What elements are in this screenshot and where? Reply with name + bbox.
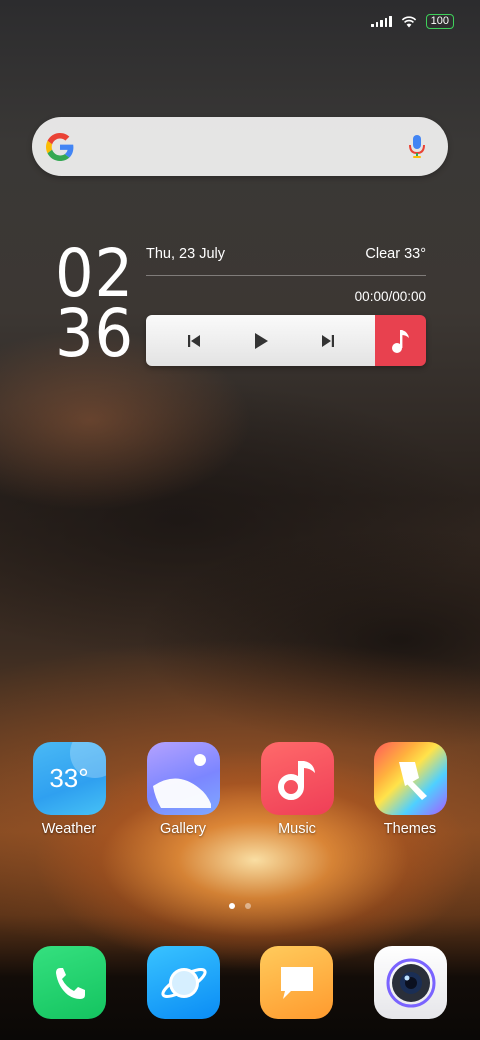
widget-divider bbox=[146, 275, 426, 276]
search-bar[interactable] bbox=[32, 117, 448, 176]
microphone-icon[interactable] bbox=[408, 134, 426, 160]
weather-label[interactable]: Clear 33° bbox=[365, 246, 426, 266]
battery-indicator: 100 bbox=[425, 13, 454, 29]
paint-brush-icon bbox=[399, 761, 427, 800]
music-note-icon bbox=[391, 329, 409, 353]
app-label: Gallery bbox=[160, 821, 206, 837]
widget-info: Thu, 23 July Clear 33° 00:00/00:00 bbox=[146, 246, 426, 304]
next-track-button[interactable] bbox=[313, 326, 343, 356]
signal-icon bbox=[371, 15, 392, 27]
google-logo-icon[interactable] bbox=[46, 132, 74, 161]
status-bar: 100 bbox=[371, 12, 454, 30]
camera-icon[interactable] bbox=[374, 946, 447, 1019]
app-label: Music bbox=[278, 821, 316, 837]
open-music-button[interactable] bbox=[375, 315, 426, 366]
player-controls bbox=[146, 315, 375, 366]
phone-icon[interactable] bbox=[33, 946, 106, 1019]
phone-handset-icon bbox=[55, 967, 85, 999]
clock-minutes: 36 bbox=[55, 295, 135, 372]
camera-lens-icon bbox=[386, 958, 435, 1007]
messages-icon[interactable] bbox=[260, 946, 333, 1019]
clock-widget[interactable]: 02 36 bbox=[55, 241, 135, 372]
track-time: 00:00/00:00 bbox=[354, 289, 426, 304]
wifi-icon bbox=[401, 15, 416, 27]
search-input[interactable] bbox=[102, 129, 388, 163]
page-dot-active[interactable] bbox=[229, 903, 235, 909]
app-gallery[interactable]: Gallery bbox=[133, 742, 233, 837]
weather-temp: 33° bbox=[49, 763, 89, 793]
music-player-widget bbox=[146, 315, 426, 366]
page-indicator bbox=[0, 903, 480, 909]
app-themes[interactable]: Themes bbox=[360, 742, 460, 837]
message-bubble-icon bbox=[280, 966, 313, 999]
gallery-artwork bbox=[152, 754, 211, 808]
app-label: Themes bbox=[383, 821, 437, 837]
themes-icon[interactable] bbox=[373, 742, 447, 815]
app-weather[interactable]: 33° Weather bbox=[19, 742, 119, 837]
app-label: Weather bbox=[41, 821, 97, 837]
previous-track-button[interactable] bbox=[179, 326, 209, 356]
music-app-note-icon bbox=[278, 760, 315, 800]
page-dot[interactable] bbox=[245, 903, 251, 909]
music-icon[interactable] bbox=[260, 742, 334, 815]
play-button[interactable] bbox=[246, 326, 276, 356]
play-icon bbox=[254, 332, 268, 349]
date-label[interactable]: Thu, 23 July bbox=[146, 246, 225, 266]
skip-next-icon bbox=[321, 334, 334, 347]
app-music[interactable]: Music bbox=[247, 742, 347, 837]
planet-icon bbox=[160, 967, 207, 998]
browser-icon[interactable] bbox=[147, 946, 220, 1019]
gallery-icon[interactable] bbox=[146, 742, 220, 815]
skip-previous-icon bbox=[187, 334, 200, 347]
weather-icon[interactable]: 33° bbox=[32, 742, 106, 815]
battery-level: 100 bbox=[430, 15, 449, 27]
